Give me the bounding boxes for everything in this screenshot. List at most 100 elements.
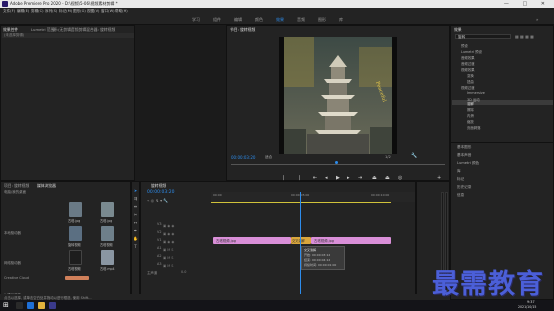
effects-item-audio-effects[interactable]: 音频效果: [461, 55, 475, 60]
effects-item-wipe[interactable]: 擦除: [467, 107, 474, 112]
close-button[interactable]: ✕: [541, 1, 551, 7]
section-essential-sound[interactable]: 基本声音: [457, 153, 471, 158]
track-v3-label[interactable]: V3: [157, 222, 161, 226]
effects-item-presets[interactable]: 预设: [461, 43, 468, 48]
section-lumetri-color[interactable]: Lumetri 颜色: [457, 161, 479, 166]
timeline-clip[interactable]: 古塔视频.jpg: [311, 237, 391, 244]
media-thumb[interactable]: [101, 202, 114, 217]
menu-help[interactable]: 帮助(H): [115, 9, 128, 14]
razor-tool-icon[interactable]: ✂: [133, 212, 138, 217]
media-path[interactable]: 电脑/我的桌面: [4, 190, 26, 195]
work-area-bar[interactable]: [211, 202, 391, 203]
media-sidebar-local[interactable]: 本地驱动器: [4, 230, 21, 235]
program-scrub-bar[interactable]: [231, 164, 445, 165]
track-a2-label[interactable]: A2: [157, 254, 161, 258]
section-essential-graphics[interactable]: 基本图形: [457, 145, 471, 150]
effects-item-audio-transitions[interactable]: 音频过渡: [461, 61, 475, 66]
fit-dropdown[interactable]: 适合: [265, 155, 272, 160]
effects-item-slide[interactable]: 内滑: [467, 113, 474, 118]
media-sidebar-cc[interactable]: Creative Cloud: [4, 276, 29, 280]
timeline-transition[interactable]: 交叉溶解: [291, 237, 311, 244]
project-panel: 项目: 旋转视频 媒体浏览器 电脑/我的桌面 本地驱动器 网络驱动器 Creat…: [0, 181, 131, 300]
menu-edit[interactable]: 编辑(E): [17, 9, 29, 14]
workspace-assembly[interactable]: 组件: [213, 17, 221, 23]
effects-item-immersive[interactable]: Immersive: [467, 91, 485, 95]
folder-icon[interactable]: [38, 302, 45, 309]
media-thumb[interactable]: [69, 202, 82, 217]
timeline-tools-icons[interactable]: ⌁ ◎ ↯ ▾ 🔧: [147, 198, 168, 203]
clock-date[interactable]: 2021/10/15: [518, 305, 536, 309]
search-icon[interactable]: [16, 302, 23, 309]
menu-graphics[interactable]: 图形(G): [73, 9, 86, 14]
menu-file[interactable]: 文件(F): [3, 9, 15, 14]
effects-item-lumetri-presets[interactable]: Lumetri 预设: [461, 49, 482, 54]
hand-tool-icon[interactable]: ✋: [133, 236, 138, 241]
workspace-editing[interactable]: 编辑: [234, 17, 242, 23]
media-thumb-label: 古塔视频: [68, 267, 81, 271]
effects-item-distort[interactable]: 扭曲: [467, 79, 474, 84]
status-text: 点击以选择, 或单击空白处并拖动以进行框选, 使用 Shift...: [4, 295, 92, 300]
section-info[interactable]: 信息: [457, 193, 464, 198]
media-sidebar-network[interactable]: 网络驱动器: [4, 260, 21, 265]
effects-item-zoom[interactable]: 缩放: [467, 119, 474, 124]
menu-clip[interactable]: 剪辑(C): [31, 9, 44, 14]
media-thumb[interactable]: [69, 226, 82, 241]
effects-item-dissolve[interactable]: 溶解: [467, 101, 474, 106]
menu-window[interactable]: 窗口(W): [101, 9, 115, 14]
minimize-button[interactable]: —: [504, 1, 515, 7]
section-libraries[interactable]: 库: [457, 169, 461, 174]
pen-tool-icon[interactable]: ✒: [133, 228, 138, 233]
workspace-effects[interactable]: 效果: [276, 17, 284, 23]
effects-item-video-effects[interactable]: 视频效果: [461, 67, 475, 72]
section-history[interactable]: 历史记录: [457, 185, 471, 190]
premiere-taskbar-icon[interactable]: [49, 302, 56, 309]
effects-item-page-peel[interactable]: 页面剥落: [467, 125, 481, 130]
media-thumb[interactable]: [101, 250, 114, 265]
premiere-app-icon: [2, 1, 8, 7]
timeline-clip[interactable]: 古塔视频.jpg: [213, 237, 291, 244]
workspace-libraries[interactable]: 库: [339, 17, 343, 23]
effects-item-transform[interactable]: 变换: [467, 73, 474, 78]
track-toggle-icons[interactable]: ▣ ◉ ◉ ▣ ◉ ◉ ▣ ◉ ◉ ▣ M S ▣ M S ▣ M S: [163, 222, 174, 270]
no-clip-text: (未选择剪辑): [4, 33, 25, 37]
program-playhead[interactable]: [335, 161, 338, 164]
effects-item-video-transitions[interactable]: 视频过渡: [461, 85, 475, 90]
media-thumb[interactable]: [69, 250, 82, 265]
tab-program[interactable]: 节目: 旋转视频: [230, 27, 255, 33]
media-thumb-label: 古塔.mp4: [100, 267, 115, 271]
resolution-dropdown[interactable]: 1/2: [385, 155, 391, 159]
track-a3-label[interactable]: A3: [157, 262, 161, 266]
track-v1-label[interactable]: V1: [157, 238, 161, 242]
menu-view[interactable]: 视图(V): [87, 9, 99, 14]
timeline-timecode[interactable]: 00:00:03:20: [147, 190, 174, 195]
workspace-learn[interactable]: 学习: [192, 17, 200, 23]
workspace-menu-icon[interactable]: »: [536, 17, 538, 22]
track-a1-label[interactable]: A1: [157, 246, 161, 250]
workspace-graphics[interactable]: 图形: [318, 17, 326, 23]
media-thumb[interactable]: [101, 226, 114, 241]
wrench-icon[interactable]: 🔧: [411, 153, 417, 159]
section-markers[interactable]: 标记: [457, 177, 464, 182]
workspace-color[interactable]: 颜色: [255, 17, 263, 23]
workspace-audio[interactable]: 音频: [297, 17, 305, 23]
new-bin-icon[interactable]: ▦ ▦ ▦ ▦: [515, 34, 534, 39]
maximize-button[interactable]: □: [522, 1, 533, 7]
program-timecode[interactable]: 00:00:03:20: [231, 155, 255, 160]
edge-icon[interactable]: [27, 302, 34, 309]
ripple-edit-tool-icon[interactable]: ⇹: [133, 204, 138, 209]
menu-sequence[interactable]: 序列(S): [45, 9, 57, 14]
tab-project[interactable]: 项目: 旋转视频: [4, 183, 29, 189]
tab-media-browser[interactable]: 媒体浏览器: [37, 183, 56, 189]
type-tool-icon[interactable]: T: [133, 244, 138, 249]
track-select-tool-icon[interactable]: ⇶: [133, 196, 138, 201]
selection-tool-icon[interactable]: ➤: [133, 188, 138, 193]
timeline-ruler[interactable]: 00:00 00:00:05:00 00:00:10:00: [211, 192, 415, 202]
windows-start-icon[interactable]: ⊞: [3, 301, 9, 309]
slip-tool-icon[interactable]: ↔: [133, 220, 138, 225]
effects-search-input[interactable]: 旋转: [455, 34, 511, 39]
menu-marker[interactable]: 标记(M): [59, 9, 72, 14]
track-v2-label[interactable]: V2: [157, 230, 161, 234]
tab-sequence[interactable]: 旋转视频: [151, 183, 166, 189]
tab-effects[interactable]: 效果: [454, 27, 462, 33]
master-track-label: 主声道: [147, 271, 158, 275]
